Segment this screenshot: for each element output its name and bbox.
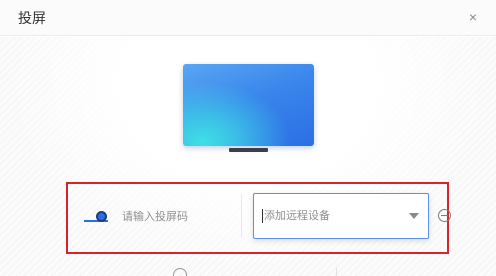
bottom-divider bbox=[336, 268, 337, 276]
dialog-title: 投屏 bbox=[18, 10, 46, 26]
monitor-illustration bbox=[183, 64, 314, 146]
field-divider bbox=[241, 194, 242, 238]
close-icon[interactable]: × bbox=[466, 9, 480, 25]
remove-circle-icon[interactable] bbox=[438, 209, 451, 222]
toggle-icon[interactable] bbox=[96, 211, 107, 222]
text-cursor bbox=[262, 209, 263, 223]
device-select-placeholder: 添加远程设备 bbox=[264, 210, 330, 222]
monitor-stand bbox=[229, 148, 268, 152]
chevron-down-icon[interactable] bbox=[409, 213, 419, 219]
cast-code-input[interactable] bbox=[122, 208, 242, 226]
title-bar: 投屏 × bbox=[0, 0, 496, 36]
cast-dialog: 投屏 × 添加远程设备 bbox=[0, 0, 496, 276]
partial-icon bbox=[173, 268, 187, 276]
